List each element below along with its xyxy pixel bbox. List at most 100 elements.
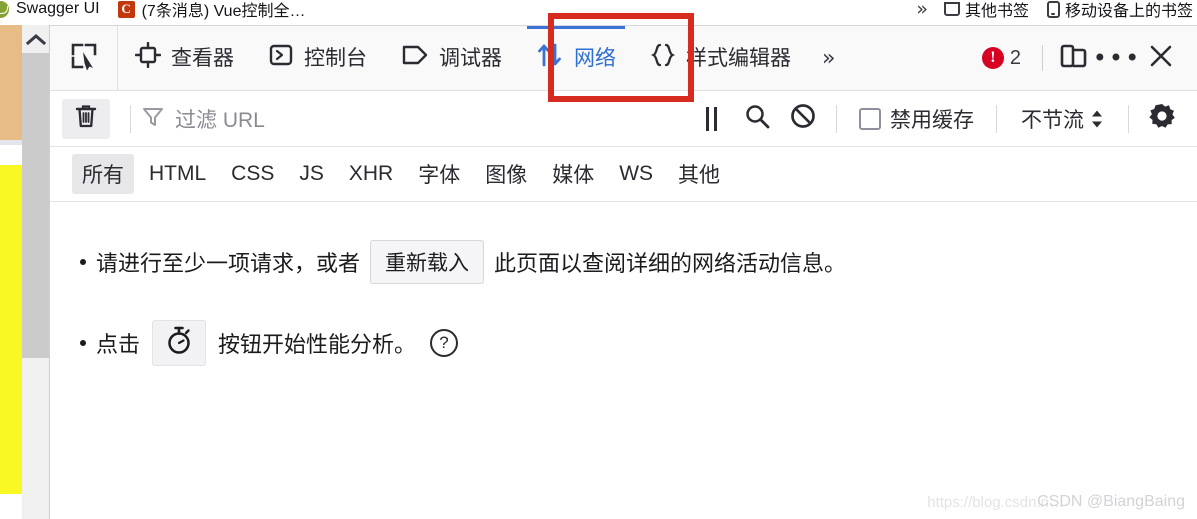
more-options-icon: ••• (1092, 43, 1142, 72)
tab-inspector[interactable]: 查看器 (118, 26, 251, 90)
console-icon (268, 42, 294, 74)
request-type-filters: 所有 HTML CSS JS XHR 字体 图像 媒体 WS 其他 (50, 147, 1197, 202)
tab-label: 控制台 (304, 46, 367, 70)
disable-cache-checkbox[interactable]: 禁用缓存 (847, 104, 986, 134)
csdn-c-icon: C (117, 0, 135, 18)
filter-url-placeholder: 过滤 URL (175, 108, 265, 132)
bookmark-label: (7条消息) Vue控制全… (141, 3, 306, 20)
type-filter-all[interactable]: 所有 (72, 154, 134, 194)
network-empty-state: 请进行至少一项请求，或者 重新载入 此页面以查阅详细的网络活动信息。 点击 按钮… (50, 202, 1197, 519)
type-filter-ws[interactable]: WS (609, 157, 663, 191)
pause-requests-button[interactable] (688, 97, 734, 141)
disable-cache-label: 禁用缓存 (890, 108, 974, 132)
network-arrows-icon (536, 41, 564, 75)
throttling-value: 不节流 (1021, 108, 1084, 132)
tools-overflow-chevron-icon[interactable]: » (808, 26, 849, 90)
search-icon (743, 102, 771, 135)
tab-label: 样式编辑器 (686, 46, 791, 70)
updown-spinner-icon (1090, 109, 1104, 129)
type-filter-css[interactable]: CSS (221, 157, 284, 191)
toolbar-separator (996, 104, 997, 133)
filter-url-input[interactable]: 过滤 URL (141, 99, 688, 139)
hint-performance-text-before: 点击 (96, 332, 141, 357)
toolbar-separator (836, 104, 837, 133)
page-yellow-block (0, 165, 22, 494)
element-picker-button[interactable] (50, 26, 118, 90)
error-count-badge[interactable]: ! 2 (969, 47, 1034, 70)
network-filter-toolbar: 过滤 URL 禁用缓存 不节流 (50, 91, 1197, 147)
page-orange-block (0, 25, 22, 140)
hint-performance-text-after: 按钮开始性能分析。 (218, 332, 417, 357)
inspector-icon (134, 41, 162, 74)
tab-debugger[interactable]: 调试器 (384, 26, 519, 90)
error-count-value: 2 (1009, 46, 1021, 69)
hint-performance: 点击 按钮开始性能分析。 ? (76, 320, 1197, 366)
throttling-dropdown[interactable]: 不节流 (1007, 104, 1118, 134)
checkbox-box (859, 107, 881, 130)
reload-button[interactable]: 重新载入 (370, 240, 485, 284)
hint-reload-text-after: 此页面以查阅详细的网络活动信息。 (494, 251, 847, 276)
bullet-point (80, 340, 86, 346)
scrollbar-thumb[interactable] (22, 53, 49, 358)
tab-label: 网络 (574, 46, 616, 70)
devtools-tool-tabs: 查看器 控制台 调试器 网络 样式编辑器 » (118, 26, 969, 90)
debugger-icon (401, 42, 429, 74)
phone-icon (1046, 0, 1060, 18)
toolbar-separator (1042, 45, 1043, 71)
trash-icon (74, 103, 98, 134)
bookmarks-overflow-chevron-icon[interactable]: » (916, 0, 928, 19)
empty-state-hints: 请进行至少一项请求，或者 重新载入 此页面以查阅详细的网络活动信息。 点击 按钮… (50, 202, 1197, 366)
bookmark-folder-label: 移动设备上的书签 (1064, 3, 1193, 20)
bookmarks-bar: Swagger UI C (7条消息) Vue控制全… » 其他书签 移动设备上… (0, 0, 1197, 25)
bookmark-folder-mobile[interactable]: 移动设备上的书签 (1046, 0, 1193, 21)
screenshot-root: Swagger UI C (7条消息) Vue控制全… » 其他书签 移动设备上… (0, 0, 1197, 519)
pause-icon (705, 106, 717, 131)
gear-icon (1146, 100, 1178, 137)
close-devtools-button[interactable] (1139, 36, 1183, 80)
type-filter-media[interactable]: 媒体 (542, 154, 604, 194)
network-settings-button[interactable] (1139, 97, 1185, 141)
responsive-design-mode-button[interactable] (1051, 36, 1095, 80)
toolbar-separator (1128, 104, 1129, 133)
tab-console[interactable]: 控制台 (251, 26, 384, 90)
devtools-panel: 查看器 控制台 调试器 网络 样式编辑器 » ! 2 ••• 过滤 URL 禁用… (50, 25, 1197, 519)
bookmark-folder-other[interactable]: 其他书签 (943, 0, 1029, 21)
clear-requests-button[interactable] (62, 98, 110, 139)
type-filter-html[interactable]: HTML (139, 157, 216, 191)
type-filter-xhr[interactable]: XHR (339, 157, 403, 191)
toolbar-separator (130, 104, 131, 133)
devtools-toolbar: 查看器 控制台 调试器 网络 样式编辑器 » ! 2 ••• (50, 26, 1197, 91)
search-requests-button[interactable] (734, 97, 780, 141)
tab-label: 查看器 (171, 46, 234, 70)
close-icon (1147, 42, 1175, 75)
bookmark-folder-label: 其他书签 (964, 3, 1029, 20)
tab-label: 调试器 (439, 46, 502, 70)
performance-analysis-button[interactable] (152, 320, 207, 366)
type-filter-js[interactable]: JS (289, 157, 334, 191)
block-request-icon (789, 102, 817, 135)
page-vertical-scrollbar[interactable] (22, 25, 50, 519)
type-filter-font[interactable]: 字体 (408, 154, 470, 194)
devtools-options-button[interactable]: ••• (1092, 36, 1142, 80)
bookmark-item-swagger[interactable]: Swagger UI (0, 0, 100, 18)
stopwatch-icon (165, 325, 193, 361)
type-filter-other[interactable]: 其他 (668, 154, 730, 194)
devtools-toolbar-right: ! 2 ••• (969, 26, 1197, 90)
tab-network[interactable]: 网络 (519, 26, 633, 90)
element-picker-icon (69, 41, 99, 76)
tab-style-editor[interactable]: 样式编辑器 (633, 26, 808, 90)
error-exclamation-icon: ! (981, 47, 1004, 69)
responsive-design-mode-icon (1058, 41, 1088, 76)
swagger-spider-icon (0, 0, 9, 18)
hint-reload-text-before: 请进行至少一项请求，或者 (96, 251, 361, 276)
block-requests-button[interactable] (780, 97, 826, 141)
bookmark-item-csdn[interactable]: C (7条消息) Vue控制全… (117, 0, 306, 21)
hint-reload: 请进行至少一项请求，或者 重新载入 此页面以查阅详细的网络活动信息。 (76, 240, 1197, 284)
bullet-point (80, 259, 86, 265)
scroll-up-button[interactable] (22, 25, 49, 53)
style-editor-braces-icon (650, 42, 676, 74)
folder-icon (943, 2, 960, 16)
help-icon[interactable]: ? (430, 329, 459, 357)
page-divider-line (0, 140, 22, 145)
type-filter-image[interactable]: 图像 (475, 154, 537, 194)
